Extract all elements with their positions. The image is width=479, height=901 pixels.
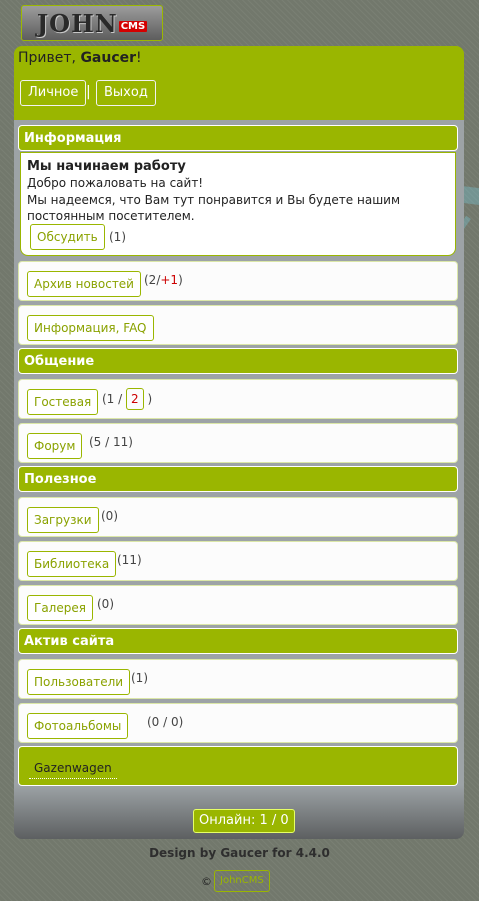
- news-block: Мы начинаем работу Добро пожаловать на с…: [20, 152, 456, 256]
- greeting-suffix: !: [136, 50, 142, 66]
- photoalbums-button[interactable]: Фотоальбомы: [27, 713, 129, 739]
- news-text-2: Мы надеемся, что Вам тут понравится и Вы…: [27, 193, 401, 223]
- online-users-bar: Gazenwagen: [18, 746, 458, 786]
- johncms-link[interactable]: JohnCMS: [214, 870, 270, 892]
- library-button[interactable]: Библиотека: [27, 551, 117, 577]
- online-counter-button[interactable]: Онлайн: 1 / 0: [193, 809, 295, 833]
- logo-sub-text: CMS: [118, 20, 148, 32]
- news-archive-count-prefix: (2/: [144, 273, 161, 287]
- gallery-count: (0): [97, 597, 114, 611]
- username: Gaucer: [80, 50, 137, 66]
- row-news-archive: Архив новостей (2/+1): [18, 261, 458, 301]
- photoalbums-count: (0 / 0): [147, 715, 184, 729]
- section-header-info: Информация: [18, 125, 458, 151]
- news-title: Мы начинаем работу: [27, 159, 186, 174]
- row-users: Пользователи (1): [18, 659, 458, 699]
- header: Привет, Gaucer! Личное | Выход: [14, 46, 464, 120]
- row-gallery: Галерея (0): [18, 585, 458, 625]
- logo-main-text: JOHN: [36, 8, 118, 38]
- info-faq-button[interactable]: Информация, FAQ: [27, 315, 154, 341]
- downloads-count: (0): [101, 509, 118, 523]
- guestbook-new-count[interactable]: 2: [126, 388, 144, 410]
- users-button[interactable]: Пользователи: [27, 669, 131, 695]
- news-archive-count: (2/+1): [144, 273, 183, 287]
- library-count: (11): [117, 553, 142, 567]
- discuss-button[interactable]: Обсудить: [30, 224, 105, 250]
- guestbook-count-prefix: (1 /: [102, 392, 123, 406]
- greeting-prefix: Привет,: [18, 50, 81, 66]
- online-user-link[interactable]: Gazenwagen: [29, 758, 117, 779]
- guestbook-button[interactable]: Гостевая: [27, 389, 99, 415]
- news-archive-count-suffix: ): [178, 273, 183, 287]
- row-photoalbums: Фотоальбомы (0 / 0): [18, 703, 458, 743]
- forum-button[interactable]: Форум: [27, 433, 83, 459]
- section-header-activity: Актив сайта: [18, 628, 458, 654]
- logo[interactable]: JOHN CMS: [21, 5, 163, 41]
- downloads-button[interactable]: Загрузки: [27, 507, 99, 533]
- news-text-1: Добро пожаловать на сайт!: [27, 176, 204, 190]
- row-forum: Форум (5 / 11): [18, 423, 458, 463]
- header-separator: |: [86, 84, 91, 100]
- logout-button[interactable]: Выход: [96, 80, 156, 106]
- gallery-button[interactable]: Галерея: [27, 595, 93, 621]
- users-count: (1): [131, 671, 148, 685]
- row-info-faq: Информация, FAQ: [18, 305, 458, 345]
- row-guestbook: Гостевая (1 / 2 ): [18, 379, 458, 419]
- news-archive-button[interactable]: Архив новостей: [27, 271, 141, 297]
- personal-button[interactable]: Личное: [20, 80, 87, 106]
- discuss-count: (1): [109, 230, 126, 244]
- section-header-useful: Полезное: [18, 466, 458, 492]
- greeting: Привет, Gaucer!: [18, 50, 142, 66]
- forum-count: (5 / 11): [89, 435, 133, 449]
- row-library: Библиотека (11): [18, 541, 458, 581]
- section-header-communication: Общение: [18, 348, 458, 374]
- guestbook-count: (1 / 2 ): [102, 388, 152, 410]
- footer-design-credit: Design by Gaucer for 4.4.0: [149, 846, 330, 860]
- row-downloads: Загрузки (0): [18, 497, 458, 537]
- guestbook-count-suffix: ): [147, 392, 153, 406]
- copyright-symbol: ©: [201, 875, 212, 888]
- news-archive-new-count: +1: [160, 273, 179, 287]
